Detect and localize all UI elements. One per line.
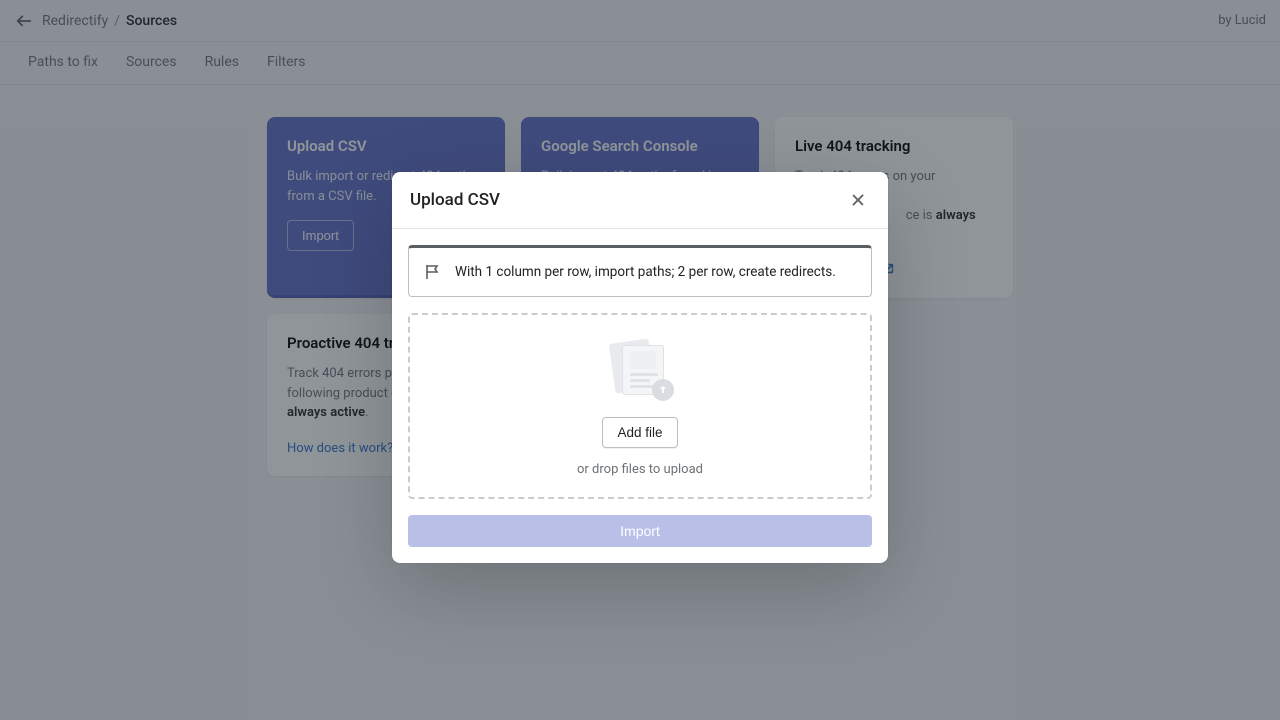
modal-header: Upload CSV <box>392 172 888 229</box>
file-dropzone[interactable]: Add file or drop files to upload <box>408 313 872 499</box>
modal-overlay[interactable]: Upload CSV With 1 column per row, import… <box>0 0 1280 720</box>
close-button[interactable] <box>846 188 870 212</box>
upload-illustration <box>604 339 676 403</box>
upload-arrow-icon <box>652 379 674 401</box>
info-text: With 1 column per row, import paths; 2 p… <box>455 264 836 280</box>
info-banner: With 1 column per row, import paths; 2 p… <box>408 245 872 297</box>
close-icon <box>849 191 867 209</box>
flag-icon <box>423 262 443 282</box>
add-file-button[interactable]: Add file <box>602 417 677 448</box>
drop-hint-text: or drop files to upload <box>577 462 703 477</box>
modal-title: Upload CSV <box>410 190 500 210</box>
upload-csv-modal: Upload CSV With 1 column per row, import… <box>392 172 888 563</box>
modal-body: With 1 column per row, import paths; 2 p… <box>392 229 888 563</box>
import-submit-button[interactable]: Import <box>408 515 872 547</box>
